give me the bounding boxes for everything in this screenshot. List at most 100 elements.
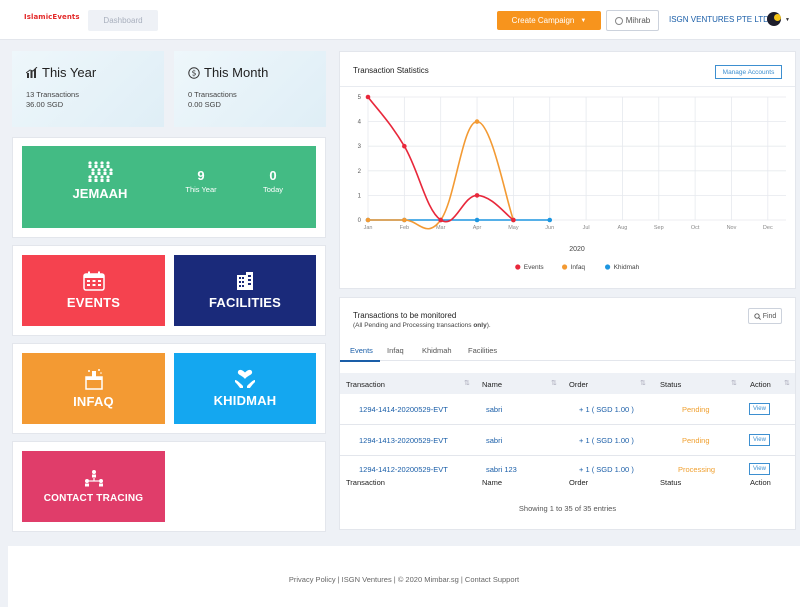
infaq-label: INFAQ xyxy=(73,394,114,409)
data-point-events xyxy=(511,217,516,223)
table-header: Transaction ⇅ Name ⇅ Order ⇅ Status ⇅ Ac… xyxy=(340,373,795,394)
events-label: EVENTS xyxy=(66,295,121,310)
transaction-id[interactable]: 1294-1412-20200529-EVT xyxy=(359,465,448,474)
chart-icon xyxy=(26,67,38,78)
x-tick-label: Feb xyxy=(400,225,409,231)
y-tick-label: 2 xyxy=(358,169,362,175)
data-point-events xyxy=(402,143,407,149)
dashboard-tab[interactable]: Dashboard xyxy=(88,10,158,31)
tab-events[interactable]: Events xyxy=(350,346,373,355)
tab-infaq[interactable]: Infaq xyxy=(387,346,404,355)
caret-down-icon: ▼ xyxy=(580,17,587,24)
legend-label: Events xyxy=(524,264,545,271)
transaction-name[interactable]: sabri 123 xyxy=(486,465,517,474)
app-logo[interactable]: IslamicEvents xyxy=(24,13,80,21)
contact-tracing-tile[interactable]: CONTACT TRACING xyxy=(22,451,165,522)
jemaah-today-value: 0 xyxy=(269,168,277,183)
footer-column-action: Action xyxy=(750,478,771,487)
page-footer: Privacy Policy | ISGN Ventures | © 2020 … xyxy=(8,546,800,607)
top-header: IslamicEvents Dashboard Create Campaign … xyxy=(0,0,800,40)
subtitle-prefix: (All Pending and Processing transactions xyxy=(353,322,474,329)
footer-column-order: Order xyxy=(569,478,589,487)
column-status[interactable]: Status xyxy=(660,380,681,389)
this-year-amount: 36.00 SGD xyxy=(26,100,64,109)
column-order[interactable]: Order xyxy=(569,380,588,389)
pagination-info: Showing 1 to 35 of 35 entries xyxy=(518,504,617,513)
x-tick-label: May xyxy=(508,225,519,231)
create-campaign-label: Create Campaign xyxy=(511,16,575,25)
people-group-icon xyxy=(88,161,113,182)
facilities-tile[interactable]: FACILITIES xyxy=(174,255,316,326)
events-tile[interactable]: EVENTS xyxy=(22,255,165,326)
data-point-khidmah xyxy=(474,217,480,223)
view-button[interactable]: View xyxy=(749,434,770,446)
dollar-icon: $ xyxy=(188,66,200,79)
column-action[interactable]: Action xyxy=(750,380,771,389)
sort-icon[interactable]: ⇅ xyxy=(464,379,470,387)
transactions-panel: Transactions to be monitored (All Pendin… xyxy=(339,297,796,530)
this-year-heading: This Year xyxy=(26,65,96,80)
this-year-transactions: 13 Transactions xyxy=(26,90,79,99)
mihrab-button[interactable]: Mihrab xyxy=(606,10,659,31)
y-tick-label: 4 xyxy=(358,120,362,126)
khidmah-label: KHIDMAH xyxy=(213,393,277,408)
legend-label: Infaq xyxy=(571,264,586,271)
tab-khidmah[interactable]: Khidmah xyxy=(422,346,452,355)
this-year-title: This Year xyxy=(42,65,97,80)
subtitle-suffix: ). xyxy=(486,322,491,329)
user-avatar[interactable] xyxy=(767,12,781,26)
transactions-title-main: Transactions xyxy=(353,311,399,320)
footer-links[interactable]: Privacy Policy | ISGN Ventures | © 2020 … xyxy=(8,575,800,584)
organization-name[interactable]: ISGN VENTURES PTE LTD xyxy=(669,15,769,24)
transaction-order: + 1 ( SGD 1.00 ) xyxy=(579,465,634,474)
view-button[interactable]: View xyxy=(749,463,770,475)
transaction-name[interactable]: sabri xyxy=(486,436,502,445)
jemaah-today: 0 Today xyxy=(248,168,298,194)
x-tick-label: Aug xyxy=(618,225,628,231)
heart-hands-icon xyxy=(235,369,255,388)
jemaah-tile[interactable]: JEMAAH 9 This Year 0 Today xyxy=(22,146,316,228)
sort-icon[interactable]: ⇅ xyxy=(784,379,790,387)
search-icon xyxy=(754,312,761,320)
this-month-amount: 0.00 SGD xyxy=(188,100,221,109)
tab-facilities[interactable]: Facilities xyxy=(468,346,497,355)
x-axis-title: 2020 xyxy=(569,246,585,253)
x-tick-label: Jan xyxy=(364,225,373,231)
table-row: 1294-1413-20200529-EVT sabri + 1 ( SGD 1… xyxy=(340,425,795,456)
transaction-name[interactable]: sabri xyxy=(486,405,502,414)
find-label: Find xyxy=(762,312,777,320)
this-month-title: This Month xyxy=(204,65,269,80)
status-badge: Processing xyxy=(678,465,716,474)
infaq-tile[interactable]: INFAQ xyxy=(22,353,165,424)
khidmah-tile[interactable]: KHIDMAH xyxy=(174,353,316,424)
data-point-events xyxy=(474,193,480,198)
sort-icon[interactable]: ⇅ xyxy=(640,379,646,387)
building-icon xyxy=(237,272,253,290)
data-point-khidmah xyxy=(547,217,553,223)
column-transaction[interactable]: Transaction xyxy=(346,380,385,389)
transaction-id[interactable]: 1294-1413-20200529-EVT xyxy=(359,436,448,445)
y-tick-label: 1 xyxy=(358,193,362,199)
data-point-infaq xyxy=(474,119,480,124)
column-name[interactable]: Name xyxy=(482,380,502,389)
subtitle-bold: only xyxy=(473,322,487,329)
transaction-order: + 1 ( SGD 1.00 ) xyxy=(579,405,634,414)
view-button[interactable]: View xyxy=(749,403,770,415)
sort-icon[interactable]: ⇅ xyxy=(551,379,557,387)
this-month-heading: $ This Month xyxy=(188,65,268,80)
legend-marker xyxy=(562,264,568,270)
jemaah-this-year-value: 9 xyxy=(197,168,205,183)
stats-panel: This Year 13 Transactions 36.00 SGD $ Th… xyxy=(12,51,326,128)
sort-icon[interactable]: ⇅ xyxy=(731,379,737,387)
chevron-down-icon[interactable]: ▼ xyxy=(785,17,790,23)
transaction-id[interactable]: 1294-1414-20200529-EVT xyxy=(359,405,448,414)
facilities-label: FACILITIES xyxy=(208,295,282,310)
calendar-icon xyxy=(82,271,105,291)
data-point-infaq xyxy=(365,217,371,223)
footer-column-status: Status xyxy=(660,478,682,487)
jemaah-label: JEMAAH xyxy=(72,186,128,201)
mihrab-label: Mihrab xyxy=(625,16,651,25)
network-people-icon xyxy=(84,470,103,487)
find-button[interactable]: Find xyxy=(748,308,782,324)
create-campaign-button[interactable]: Create Campaign ▼ xyxy=(497,11,601,30)
